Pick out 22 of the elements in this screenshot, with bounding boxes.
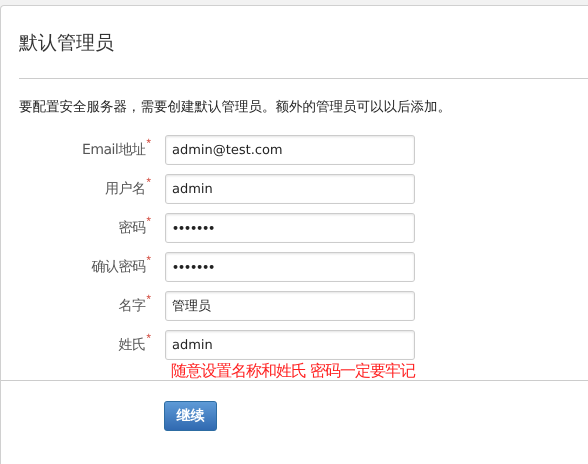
required-mark: * — [146, 176, 151, 187]
input-field[interactable]: ••••••• — [165, 252, 415, 282]
input-field[interactable]: ••••••• — [165, 213, 415, 244]
required-mark: * — [146, 138, 151, 148]
input-field[interactable]: admin — [165, 330, 415, 360]
dialog-title: 默认管理员 — [19, 30, 114, 56]
input-field[interactable]: admin@test.com — [165, 135, 415, 166]
field-label: 用户名 — [104, 180, 146, 199]
field-label: 姓氏 — [118, 336, 146, 355]
continue-button[interactable]: 继续 — [164, 401, 217, 432]
field-label: Email地址 — [82, 140, 146, 160]
field-label: 名字 — [118, 296, 146, 316]
required-mark: * — [146, 332, 151, 343]
annotation-note: 随意设置名称和姓氏 密码一定要牢记 — [171, 361, 416, 380]
required-mark: * — [146, 254, 151, 265]
field-label: 确认密码 — [91, 258, 146, 277]
field-label: 密码 — [118, 218, 146, 238]
input-field[interactable]: admin — [165, 174, 415, 204]
required-mark: * — [146, 216, 151, 226]
intro-text: 要配置安全服务器，需要创建默认管理员。额外的管理员可以以后添加。 — [19, 98, 452, 117]
required-mark: * — [146, 294, 151, 304]
input-field[interactable]: 管理员 — [165, 291, 415, 322]
